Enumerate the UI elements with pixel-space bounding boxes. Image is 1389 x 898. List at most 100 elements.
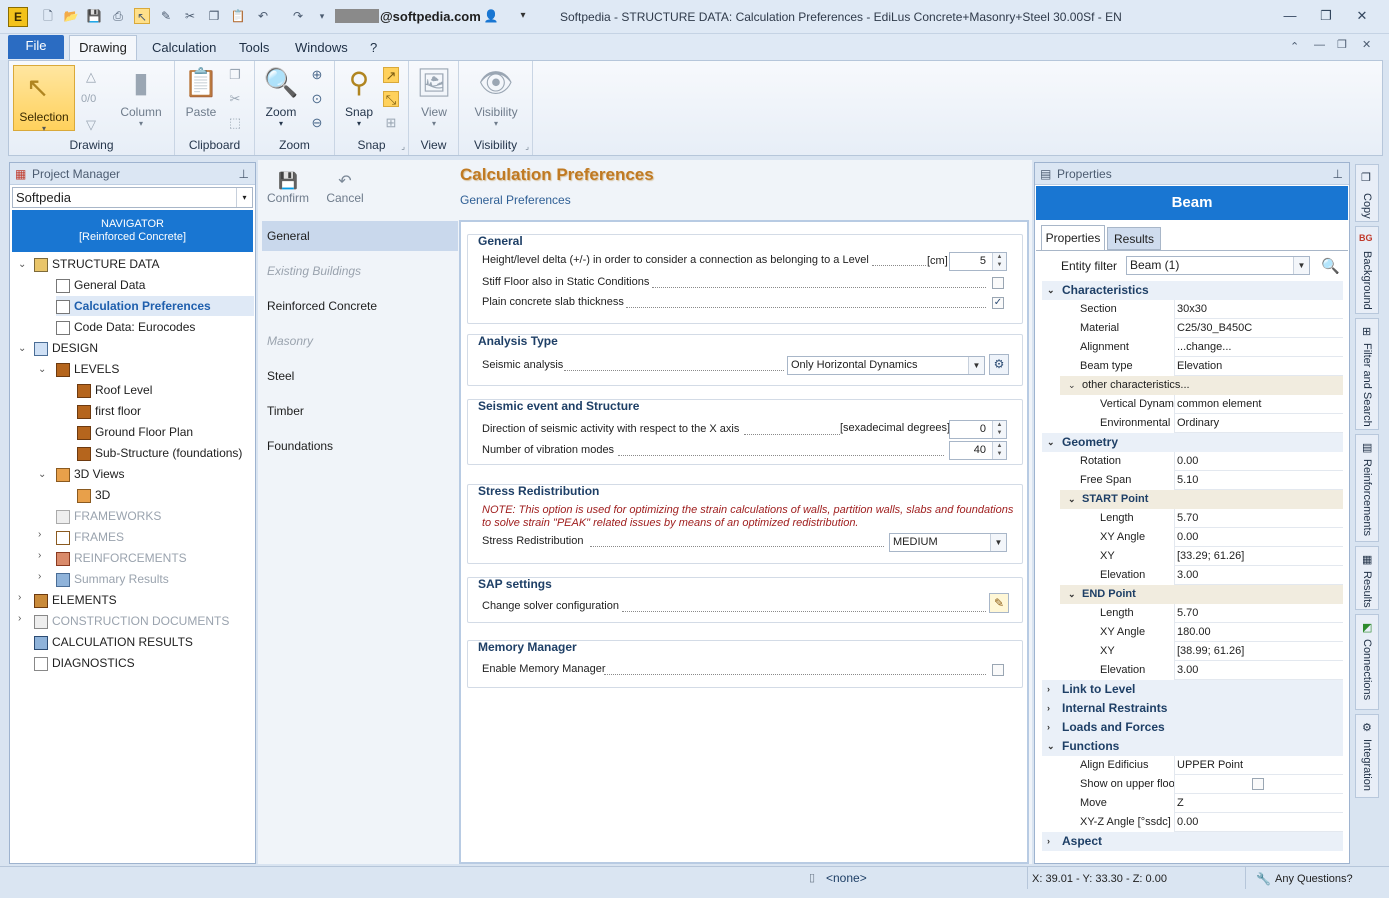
snap-midpoint-icon[interactable]: ⤡ [383, 91, 399, 107]
expand-toggle[interactable]: › [38, 529, 48, 540]
side-tab-filter-search[interactable]: ⊞ Filter and Search [1355, 318, 1379, 430]
tree-summary-results[interactable]: Summary Results [56, 569, 169, 589]
zoom-window-icon[interactable]: ⊙ [309, 91, 325, 107]
zoom-in-icon[interactable]: ⊕ [309, 67, 325, 83]
nav-general[interactable]: General [262, 221, 458, 251]
category-internal-restraints[interactable]: › Internal Restraints [1042, 699, 1343, 718]
spin-arrows-icon[interactable]: ▲ ▼ [992, 253, 1006, 270]
prop-free-span[interactable]: Free Span 5.10 [1060, 471, 1343, 490]
stiff-floor-checkbox[interactable] [992, 277, 1004, 289]
entity-filter-select[interactable]: Beam (1) ▼ [1126, 256, 1310, 275]
dropdown-icon[interactable]: ▾ [314, 8, 330, 24]
plain-slab-checkbox[interactable]: ✓ [992, 297, 1004, 309]
tab-help[interactable]: ? [370, 40, 377, 55]
visibility-launcher-icon[interactable]: ⌟ [525, 142, 529, 151]
zoom-button[interactable]: 🔍 Zoom ▾ [259, 65, 303, 128]
category-loads-forces[interactable]: › Loads and Forces [1042, 718, 1343, 737]
paste-icon[interactable]: 📋 [230, 8, 246, 24]
tree-design[interactable]: DESIGN [34, 338, 98, 358]
prop-start-length[interactable]: Length 5.70 [1080, 509, 1343, 528]
vibration-modes-input[interactable]: 40 ▲ ▼ [949, 441, 1007, 460]
zoom-out-icon[interactable]: ⊖ [309, 115, 325, 131]
expand-icon[interactable]: › [1047, 718, 1050, 737]
category-functions[interactable]: ⌄ Functions [1042, 737, 1343, 756]
side-tab-reinforcements[interactable]: ▤ Reinforcements [1355, 434, 1379, 542]
tree-reinforcements[interactable]: REINFORCEMENTS [56, 548, 187, 568]
cancel-button[interactable]: ↶ Cancel [326, 171, 364, 205]
up-triangle-icon[interactable]: △ [83, 69, 99, 85]
prop-environmental[interactable]: Environmental Ordinary [1080, 414, 1343, 433]
mini-minimize-icon[interactable]: — [1314, 39, 1325, 51]
tree-3d[interactable]: 3D [77, 485, 110, 505]
prop-end-xy-angle[interactable]: XY Angle 180.00 [1080, 623, 1343, 642]
snap-grid-icon[interactable]: ⊞ [383, 115, 399, 131]
show-upper-floor-checkbox[interactable] [1252, 778, 1264, 790]
prop-end-elevation[interactable]: Elevation 3.00 [1080, 661, 1343, 680]
confirm-button[interactable]: 💾 Confirm [267, 171, 309, 205]
collapse-icon[interactable]: ⌄ [1047, 281, 1055, 300]
subcategory-end-point[interactable]: ⌄ END Point [1060, 585, 1343, 604]
print-icon[interactable]: ⎙ [110, 8, 126, 24]
paste-button[interactable]: 📋 Paste [181, 65, 221, 119]
prop-align-edificius[interactable]: Align Edificius UPPER Point [1060, 756, 1343, 775]
nav-existing-buildings[interactable]: Existing Buildings [262, 256, 458, 286]
subcategory-start-point[interactable]: ⌄ START Point [1060, 490, 1343, 509]
seismic-analysis-select[interactable]: Only Horizontal Dynamics ▼ [787, 356, 985, 375]
expand-toggle[interactable]: ⌄ [38, 469, 48, 480]
project-selector[interactable]: Softpedia ▾ [12, 187, 253, 208]
nav-steel[interactable]: Steel [262, 361, 458, 391]
solver-config-icon[interactable]: ✎ [989, 593, 1009, 613]
tree-code-data[interactable]: Code Data: Eurocodes [56, 317, 195, 337]
prop-start-xy-angle[interactable]: XY Angle 0.00 [1080, 528, 1343, 547]
user-icon[interactable]: 👤 [483, 8, 499, 24]
file-tab[interactable]: File [8, 35, 64, 59]
spin-arrows-icon[interactable]: ▲ ▼ [992, 442, 1006, 459]
side-tab-connections[interactable]: ◩ Connections [1355, 614, 1379, 710]
column-button[interactable]: ▮ Column ▾ [117, 65, 165, 128]
view-button[interactable]: 🖼 View ▾ [413, 65, 455, 128]
nav-timber[interactable]: Timber [262, 396, 458, 426]
subcategory-other-characteristics[interactable]: ⌄ other characteristics... [1060, 376, 1343, 395]
tab-drawing[interactable]: Drawing [69, 35, 137, 61]
tab-properties[interactable]: Properties [1041, 225, 1105, 250]
close-icon[interactable]: ✕ [1352, 8, 1372, 26]
height-delta-input[interactable]: 5 ▲ ▼ [949, 252, 1007, 271]
chevron-down-icon[interactable]: ▼ [968, 357, 984, 374]
prop-xyz-angle[interactable]: XY-Z Angle [°ssdc] 0.00 [1060, 813, 1343, 832]
selection-button[interactable]: ↖ Selection ▾ [13, 65, 75, 133]
prop-end-length[interactable]: Length 5.70 [1080, 604, 1343, 623]
open-icon[interactable]: 📂 [63, 8, 79, 24]
search-icon[interactable]: 🔍 [1321, 257, 1340, 275]
chevron-down-icon[interactable]: ▼ [1293, 257, 1309, 274]
tab-results[interactable]: Results [1107, 227, 1161, 250]
expand-toggle[interactable]: ⌄ [18, 259, 28, 270]
tab-calculation[interactable]: Calculation [152, 40, 216, 55]
save-icon[interactable]: 💾 [86, 8, 102, 24]
chevron-down-icon[interactable]: ▼ [990, 534, 1006, 551]
undo-icon[interactable]: ↶ [255, 8, 271, 24]
tree-frameworks[interactable]: FRAMEWORKS [56, 506, 161, 526]
prop-start-xy[interactable]: XY [33.29; 61.26] [1080, 547, 1343, 566]
wand-icon[interactable]: ✎ [158, 8, 174, 24]
category-aspect[interactable]: › Aspect [1042, 832, 1343, 851]
prop-vertical-dynamic[interactable]: Vertical Dynam common element [1080, 395, 1343, 414]
snap-launcher-icon[interactable]: ⌟ [401, 142, 405, 151]
expand-toggle[interactable]: › [38, 550, 48, 561]
spin-arrows-icon[interactable]: ▲ ▼ [992, 421, 1006, 438]
expand-toggle[interactable]: › [18, 592, 28, 603]
tree-levels[interactable]: LEVELS [56, 359, 119, 379]
mini-close-icon[interactable]: ✕ [1362, 38, 1371, 51]
side-tab-background[interactable]: BG Background [1355, 226, 1379, 314]
tree-structure-data[interactable]: STRUCTURE DATA [34, 254, 160, 274]
tree-calculation-results[interactable]: CALCULATION RESULTS [34, 632, 193, 652]
side-tab-integration[interactable]: ⚙ Integration [1355, 714, 1379, 798]
tab-windows[interactable]: Windows [295, 40, 348, 55]
collapse-icon[interactable]: ⌄ [1068, 585, 1076, 604]
side-tab-results[interactable]: ▦ Results [1355, 546, 1379, 610]
nav-foundations[interactable]: Foundations [262, 431, 458, 461]
status-selection[interactable]: <none> [826, 871, 867, 885]
snap-button[interactable]: ⚲ Snap ▾ [337, 65, 381, 128]
stress-select[interactable]: MEDIUM ▼ [889, 533, 1007, 552]
collapse-icon[interactable]: ⌄ [1068, 376, 1076, 395]
category-link-to-level[interactable]: › Link to Level [1042, 680, 1343, 699]
